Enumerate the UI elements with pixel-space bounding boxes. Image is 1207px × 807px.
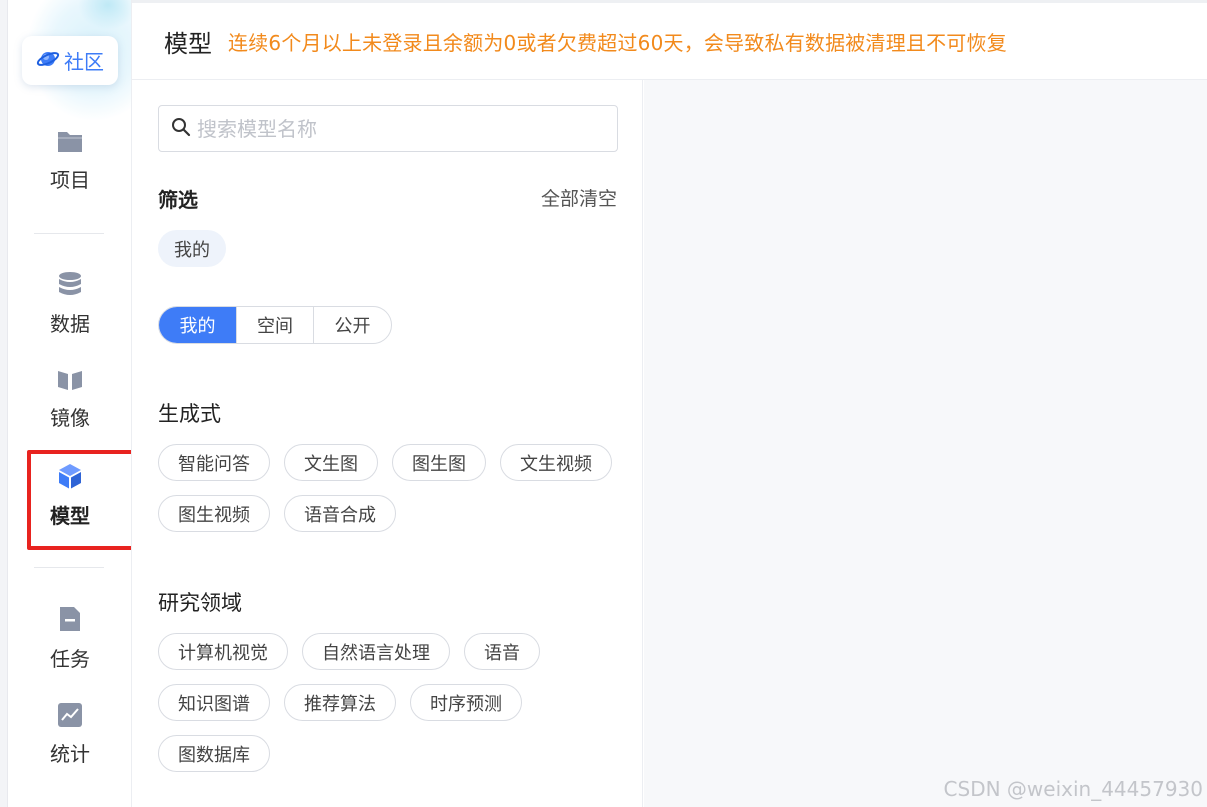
segment-public[interactable]: 公开 [314,307,391,343]
mirror-icon [56,368,84,396]
search-input[interactable] [197,116,597,141]
sidebar-item-tasks[interactable]: 任务 [8,605,131,672]
sidebar-item-label: 统计 [50,742,90,766]
search-icon [171,117,191,141]
segment-space[interactable]: 空间 [237,307,314,343]
filter-panel: 筛选 全部清空 我的 我的 空间 公开 生成式 智能问答 文生图 图生图 文生视… [132,80,643,807]
sidebar-item-label: 镜像 [50,406,90,430]
sidebar-item-label: 数据 [50,312,90,336]
group-title-generative: 生成式 [158,402,221,426]
sidebar-item-data[interactable]: 数据 [8,270,131,337]
watermark: CSDN @weixin_44457930 [943,777,1203,801]
filter-title: 筛选 [158,188,198,212]
clear-all-button[interactable]: 全部清空 [541,184,617,211]
window-edge [0,0,8,807]
database-icon [56,270,84,302]
sidebar-item-label: 项目 [50,168,90,192]
tag-item[interactable]: 自然语言处理 [302,633,450,670]
sidebar-item-label: 任务 [50,647,90,671]
scope-segmented-control: 我的 空间 公开 [158,306,392,344]
tag-list-research: 计算机视觉 自然语言处理 语音 知识图谱 推荐算法 时序预测 图数据库 [158,633,628,772]
sidebar-item-projects[interactable]: 项目 [8,128,131,193]
tag-item[interactable]: 图数据库 [158,735,270,772]
community-button[interactable]: 社区 [22,36,118,85]
tag-item[interactable]: 图生视频 [158,495,270,532]
group-title-research: 研究领域 [158,591,242,615]
tag-item[interactable]: 语音合成 [284,495,396,532]
data-cleanup-notice: 连续6个月以上未登录且余额为0或者欠费超过60天，会导致私有数据被清理且不可恢复 [228,30,1007,55]
highlight-box [27,450,131,550]
task-file-icon [58,605,82,637]
sidebar-divider [34,567,104,568]
sidebar-glow-accent [78,0,131,30]
page-header: 模型 连续6个月以上未登录且余额为0或者欠费超过60天，会导致私有数据被清理且不… [132,0,1207,80]
community-label: 社区 [64,50,104,74]
search-box[interactable] [158,105,618,152]
model-list-area [644,80,1207,807]
sidebar-divider [34,233,104,234]
tag-item[interactable]: 时序预测 [410,684,522,721]
tag-list-generative: 智能问答 文生图 图生图 文生视频 图生视频 语音合成 [158,444,628,532]
tag-item[interactable]: 文生视频 [500,444,612,481]
tag-item[interactable]: 知识图谱 [158,684,270,721]
tag-item[interactable]: 推荐算法 [284,684,396,721]
tag-item[interactable]: 图生图 [392,444,486,481]
folder-icon [56,128,84,158]
sidebar-item-images[interactable]: 镜像 [8,368,131,431]
sidebar-item-statistics[interactable]: 统计 [8,702,131,767]
tag-item[interactable]: 智能问答 [158,444,270,481]
sidebar: 社区 项目 数据 镜像 模型 任务 统计 [8,0,132,807]
tag-item[interactable]: 文生图 [284,444,378,481]
selected-filter-chip[interactable]: 我的 [158,230,226,267]
segment-mine[interactable]: 我的 [159,307,237,343]
tag-item[interactable]: 计算机视觉 [158,633,288,670]
tag-item[interactable]: 语音 [464,633,540,670]
page-title: 模型 [164,29,212,58]
chart-icon [57,702,83,732]
planet-icon [36,47,60,75]
